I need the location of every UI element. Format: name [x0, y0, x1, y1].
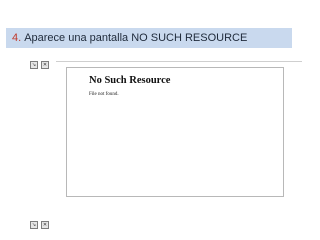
step-number: 4. — [12, 32, 22, 44]
close-icon[interactable]: ✕ — [41, 221, 49, 229]
step-banner: 4. Aparece una pantalla NO SUCH RESOURCE — [6, 28, 292, 48]
step-text: Aparece una pantalla NO SUCH RESOURCE — [24, 32, 248, 44]
close-icon[interactable]: ✕ — [41, 61, 49, 69]
bottom-toolbar: ↘ ✕ — [30, 221, 49, 229]
top-toolbar: ↘ ✕ — [30, 61, 49, 69]
resize-icon[interactable]: ↘ — [30, 221, 38, 229]
error-page-title: No Such Resource — [89, 75, 171, 86]
error-page-frame: No Such Resource File not found. — [66, 67, 284, 197]
resize-icon[interactable]: ↘ — [30, 61, 38, 69]
top-divider — [56, 61, 302, 62]
error-page-message: File not found. — [89, 92, 119, 97]
